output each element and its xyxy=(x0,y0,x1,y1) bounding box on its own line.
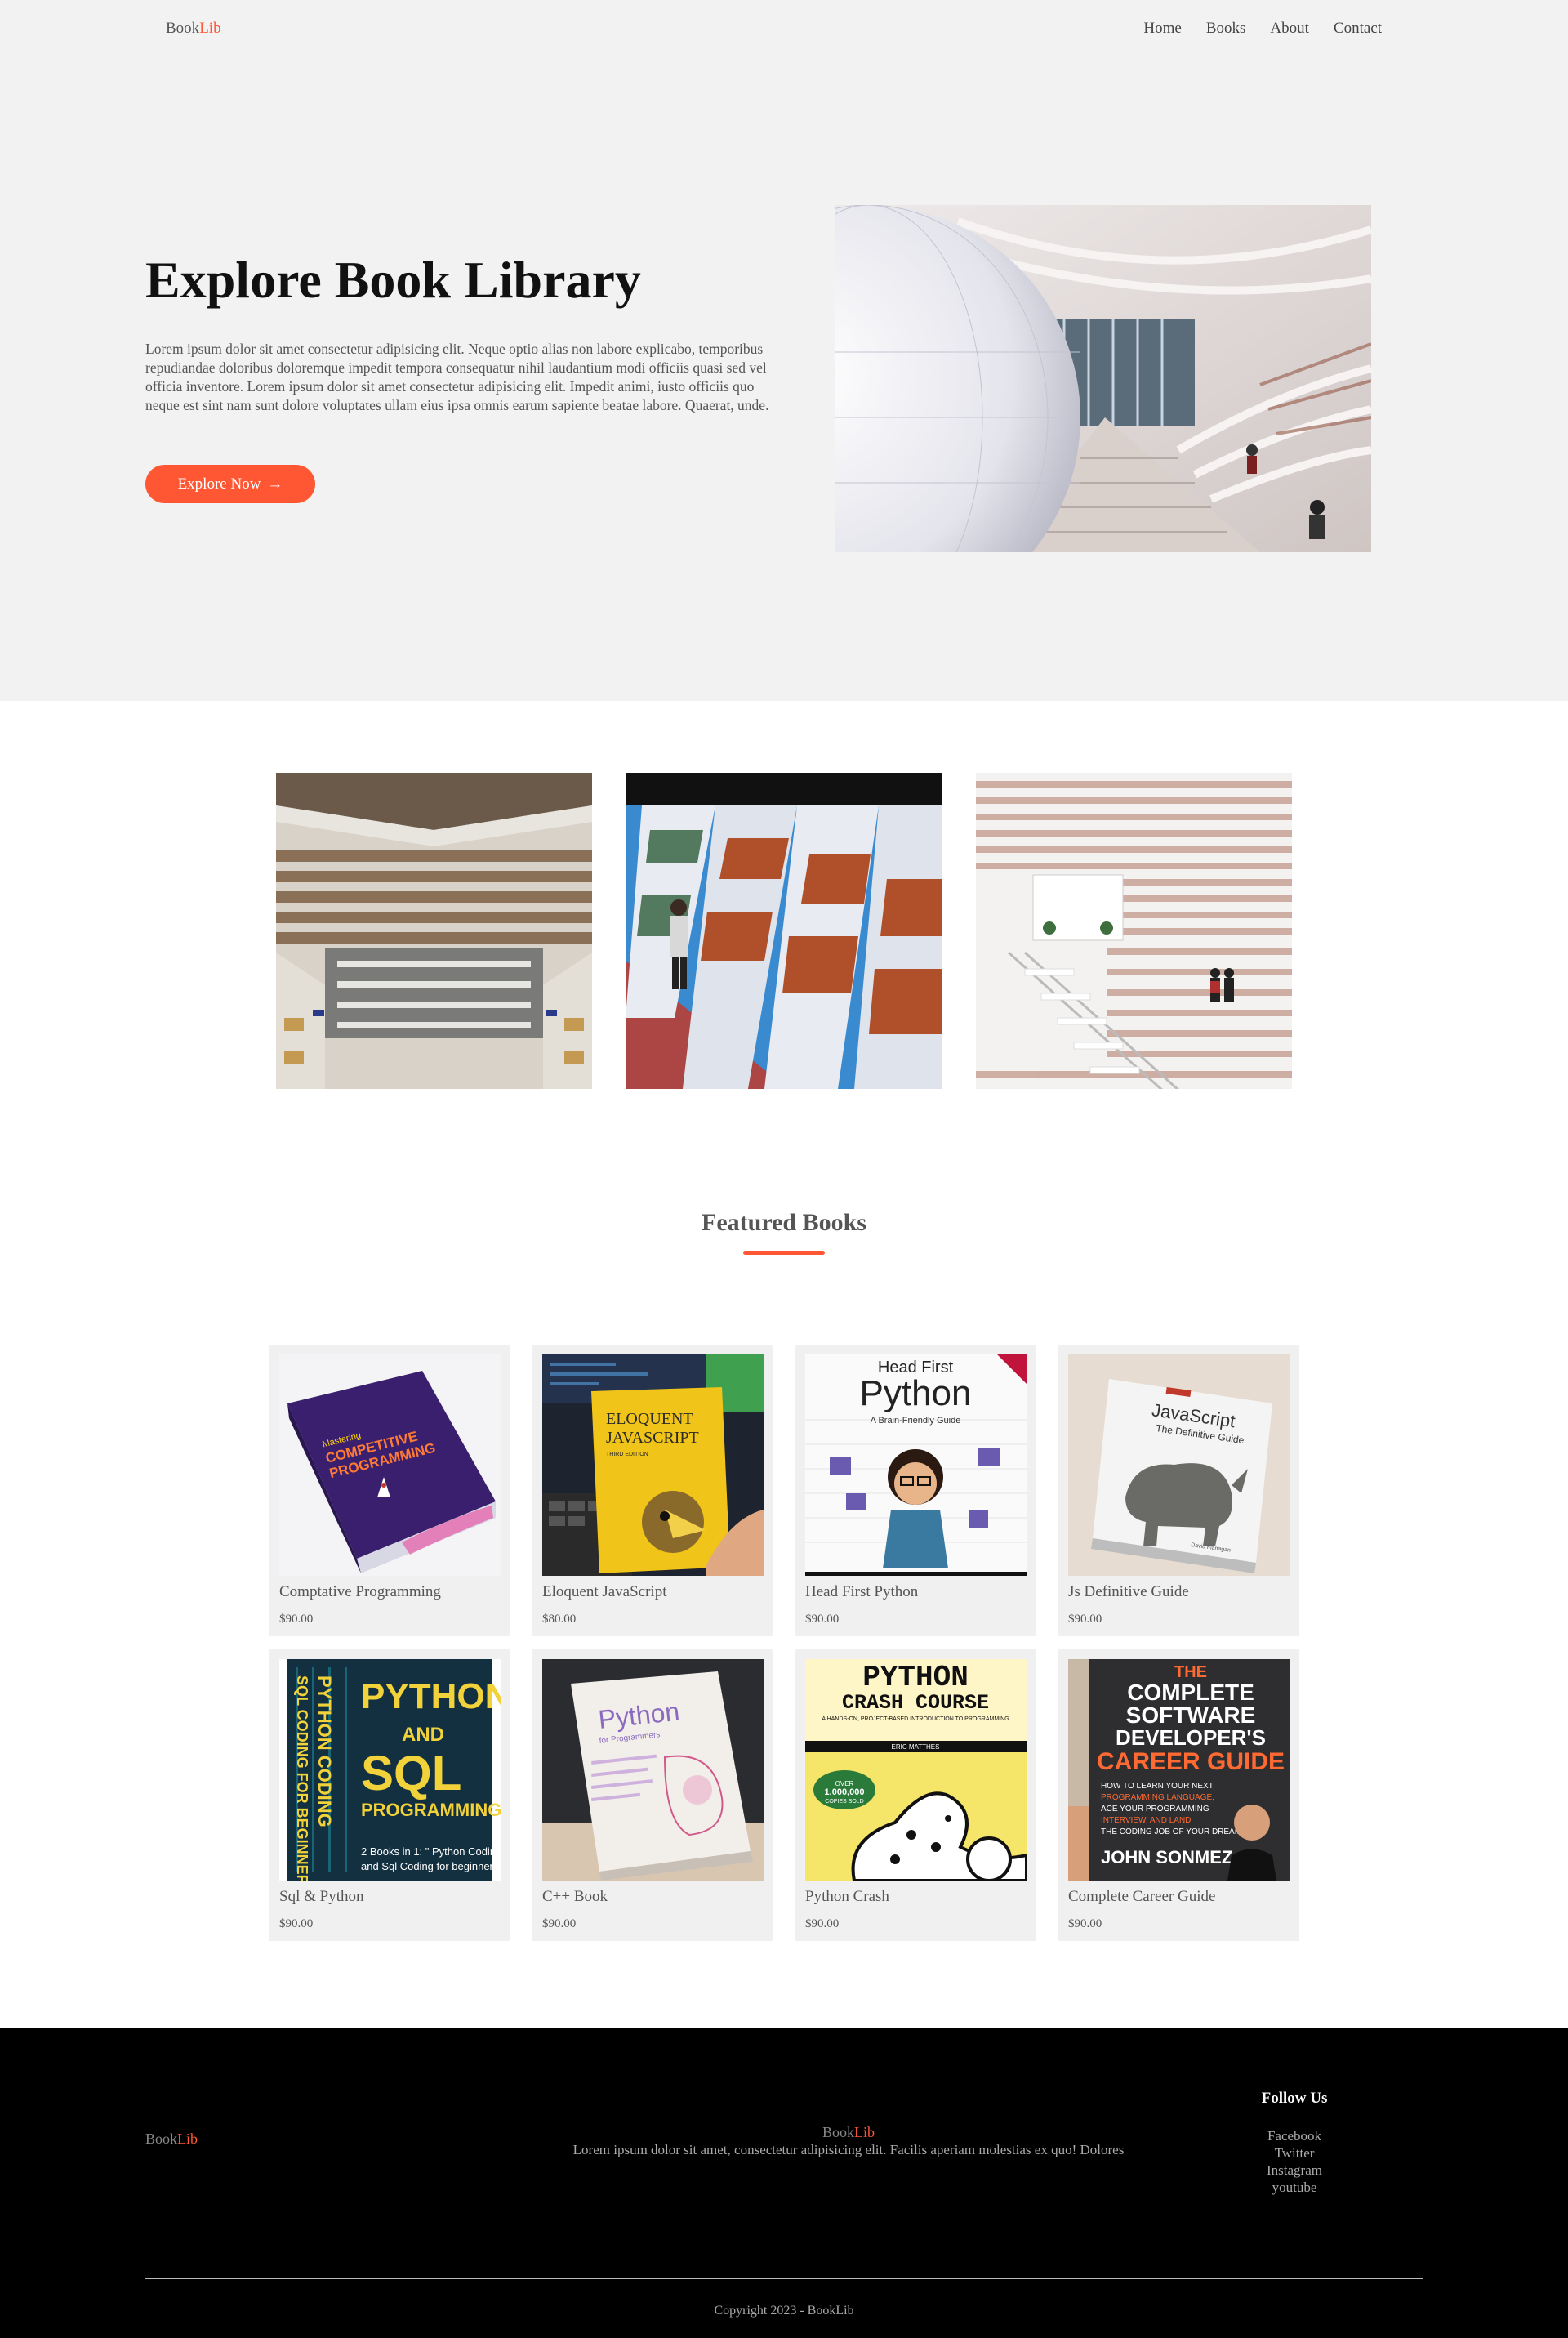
sql-python-cover: SQL CODING FOR BEGINNERS PYTHON CODING P… xyxy=(279,1659,501,1881)
book-price: $90.00 xyxy=(805,1917,840,1930)
featured-books-title: Featured Books xyxy=(702,1209,866,1236)
book-card[interactable]: PYTHON CRASH COURSE A HANDS-ON, PROJECT-… xyxy=(795,1649,1036,1941)
svg-text:PYTHON: PYTHON xyxy=(361,1676,501,1716)
book-title[interactable]: Python Crash xyxy=(805,1888,889,1906)
svg-text:COMPLETE: COMPLETE xyxy=(1127,1680,1254,1705)
svg-text:A HANDS-ON, PROJECT-BASED INTR: A HANDS-ON, PROJECT-BASED INTRODUCTION T… xyxy=(822,1716,1009,1722)
explore-now-button[interactable]: Explore Now → xyxy=(145,465,315,503)
book-price: $80.00 xyxy=(542,1613,577,1626)
svg-text:PROGRAMMING: PROGRAMMING xyxy=(361,1800,501,1820)
explore-now-label: Explore Now xyxy=(177,475,261,493)
svg-text:2 Books in 1: " Python Coding: 2 Books in 1: " Python Coding xyxy=(361,1845,501,1858)
book-price: $90.00 xyxy=(279,1917,314,1930)
book-price: $90.00 xyxy=(1068,1917,1102,1930)
follow-us-heading: Follow Us xyxy=(1261,2090,1328,2107)
svg-text:AND: AND xyxy=(402,1724,444,1746)
svg-text:ACE YOUR PROGRAMMING: ACE YOUR PROGRAMMING xyxy=(1101,1805,1209,1814)
svg-text:A Brain-Friendly Guide: A Brain-Friendly Guide xyxy=(871,1416,961,1426)
book-title[interactable]: Sql & Python xyxy=(279,1888,363,1906)
book-title[interactable]: C++ Book xyxy=(542,1888,608,1906)
book-price: $90.00 xyxy=(279,1613,314,1626)
svg-text:ERIC MATTHES: ERIC MATTHES xyxy=(892,1743,940,1751)
footer: BookLib BookLib Lorem ipsum dolor sit am… xyxy=(0,2028,1568,2338)
svg-text:JOHN SONMEZ: JOHN SONMEZ xyxy=(1101,1847,1232,1867)
brand-logo[interactable]: BookLib xyxy=(166,20,221,38)
book-title[interactable]: Eloquent JavaScript xyxy=(542,1583,667,1601)
social-links: Facebook Twitter Instagram youtube xyxy=(1225,2127,1364,2196)
hero-title: Explore Book Library xyxy=(145,251,641,309)
book-card[interactable]: Head First Python A Brain-Friendly Guide… xyxy=(795,1345,1036,1636)
svg-text:HOW TO LEARN YOUR NEXT: HOW TO LEARN YOUR NEXT xyxy=(1101,1782,1214,1791)
hero-section: BookLib Home Books About Contact Explore… xyxy=(0,0,1568,701)
career-guide-cover: THE COMPLETE SOFTWARE DEVELOPER'S CAREER… xyxy=(1068,1659,1290,1881)
social-link-youtube[interactable]: youtube xyxy=(1225,2179,1364,2196)
svg-text:JAVASCRIPT: JAVASCRIPT xyxy=(606,1429,699,1447)
svg-text:PYTHON: PYTHON xyxy=(862,1661,969,1694)
nav-link-contact[interactable]: Contact xyxy=(1334,20,1382,38)
book-card[interactable]: SQL CODING FOR BEGINNERS PYTHON CODING P… xyxy=(269,1649,510,1941)
copyright-text: Copyright 2023 - BookLib xyxy=(714,2304,854,2318)
library-gallery-image-2 xyxy=(626,773,942,1089)
head-first-python-cover: Head First Python A Brain-Friendly Guide xyxy=(805,1354,1027,1576)
book-price: $90.00 xyxy=(805,1613,840,1626)
svg-text:PROGRAMMING LANGUAGE,: PROGRAMMING LANGUAGE, xyxy=(1101,1793,1214,1802)
svg-text:COPIES SOLD: COPIES SOLD xyxy=(825,1799,863,1805)
brand-main: Book xyxy=(166,20,200,37)
social-link-instagram[interactable]: Instagram xyxy=(1225,2162,1364,2179)
python-crash-cover: PYTHON CRASH COURSE A HANDS-ON, PROJECT-… xyxy=(805,1659,1027,1881)
brand-accent: Lib xyxy=(199,20,221,37)
book-card[interactable]: JavaScript The Definitive Guide David Fl… xyxy=(1058,1345,1299,1636)
book-title[interactable]: Comptative Programming xyxy=(279,1583,441,1601)
svg-text:SOFTWARE: SOFTWARE xyxy=(1126,1702,1256,1728)
svg-text:THIRD EDITION: THIRD EDITION xyxy=(606,1452,648,1457)
svg-text:ELOQUENT: ELOQUENT xyxy=(606,1410,693,1428)
top-nav: Home Books About Contact xyxy=(1143,20,1382,38)
social-link-twitter[interactable]: Twitter xyxy=(1225,2144,1364,2162)
book-title[interactable]: Complete Career Guide xyxy=(1068,1888,1215,1906)
book-card[interactable]: Python for Programmers C++ Book $90.00 xyxy=(532,1649,773,1941)
svg-text:THE CODING JOB OF YOUR DREAMS: THE CODING JOB OF YOUR DREAMS xyxy=(1101,1827,1247,1836)
js-definitive-guide-cover: JavaScript The Definitive Guide David Fl… xyxy=(1068,1354,1290,1576)
book-card[interactable]: ELOQUENT JAVASCRIPT THIRD EDITION Eloque… xyxy=(532,1345,773,1636)
svg-text:OVER: OVER xyxy=(835,1780,854,1787)
cpp-book-cover: Python for Programmers xyxy=(542,1659,764,1881)
svg-text:and Sql Coding for beginners ": and Sql Coding for beginners " xyxy=(361,1860,501,1872)
svg-text:CAREER GUIDE: CAREER GUIDE xyxy=(1097,1748,1285,1775)
book-price: $90.00 xyxy=(1068,1613,1102,1626)
book-card[interactable]: Mastering COMPETITIVE PROGRAMMING Compta… xyxy=(269,1345,510,1636)
hero-description: Lorem ipsum dolor sit amet consectetur a… xyxy=(145,341,769,413)
footer-center-brand-accent: Lib xyxy=(854,2124,875,2140)
library-gallery-image-3 xyxy=(976,773,1292,1089)
social-link-facebook[interactable]: Facebook xyxy=(1225,2127,1364,2144)
svg-text:CRASH COURSE: CRASH COURSE xyxy=(842,1691,989,1715)
library-gallery-image-1 xyxy=(276,773,592,1089)
nav-link-home[interactable]: Home xyxy=(1143,20,1181,38)
book-title[interactable]: Js Definitive Guide xyxy=(1068,1583,1189,1601)
nav-link-about[interactable]: About xyxy=(1270,20,1309,38)
svg-text:PYTHON CODING: PYTHON CODING xyxy=(314,1675,335,1827)
svg-text:DEVELOPER'S: DEVELOPER'S xyxy=(1116,1725,1266,1750)
svg-text:SQL: SQL xyxy=(361,1746,461,1800)
footer-center-brand-main: Book xyxy=(822,2124,854,2140)
svg-text:SQL CODING FOR BEGINNERS: SQL CODING FOR BEGINNERS xyxy=(294,1675,310,1881)
book-price: $90.00 xyxy=(542,1917,577,1930)
eloquent-javascript-cover: ELOQUENT JAVASCRIPT THIRD EDITION xyxy=(542,1354,764,1576)
nav-link-books[interactable]: Books xyxy=(1206,20,1246,38)
book-card[interactable]: THE COMPLETE SOFTWARE DEVELOPER'S CAREER… xyxy=(1058,1649,1299,1941)
svg-text:INTERVIEW, AND LAND: INTERVIEW, AND LAND xyxy=(1101,1816,1191,1825)
title-underline xyxy=(743,1251,825,1255)
footer-divider xyxy=(145,2278,1423,2279)
svg-text:THE: THE xyxy=(1174,1663,1207,1681)
book-title[interactable]: Head First Python xyxy=(805,1583,918,1601)
svg-text:Python: Python xyxy=(860,1373,972,1413)
competitive-programming-cover: Mastering COMPETITIVE PROGRAMMING xyxy=(279,1354,501,1576)
svg-text:1,000,000: 1,000,000 xyxy=(825,1787,865,1797)
hero-library-image xyxy=(835,205,1371,552)
arrow-right-icon: → xyxy=(267,475,283,493)
